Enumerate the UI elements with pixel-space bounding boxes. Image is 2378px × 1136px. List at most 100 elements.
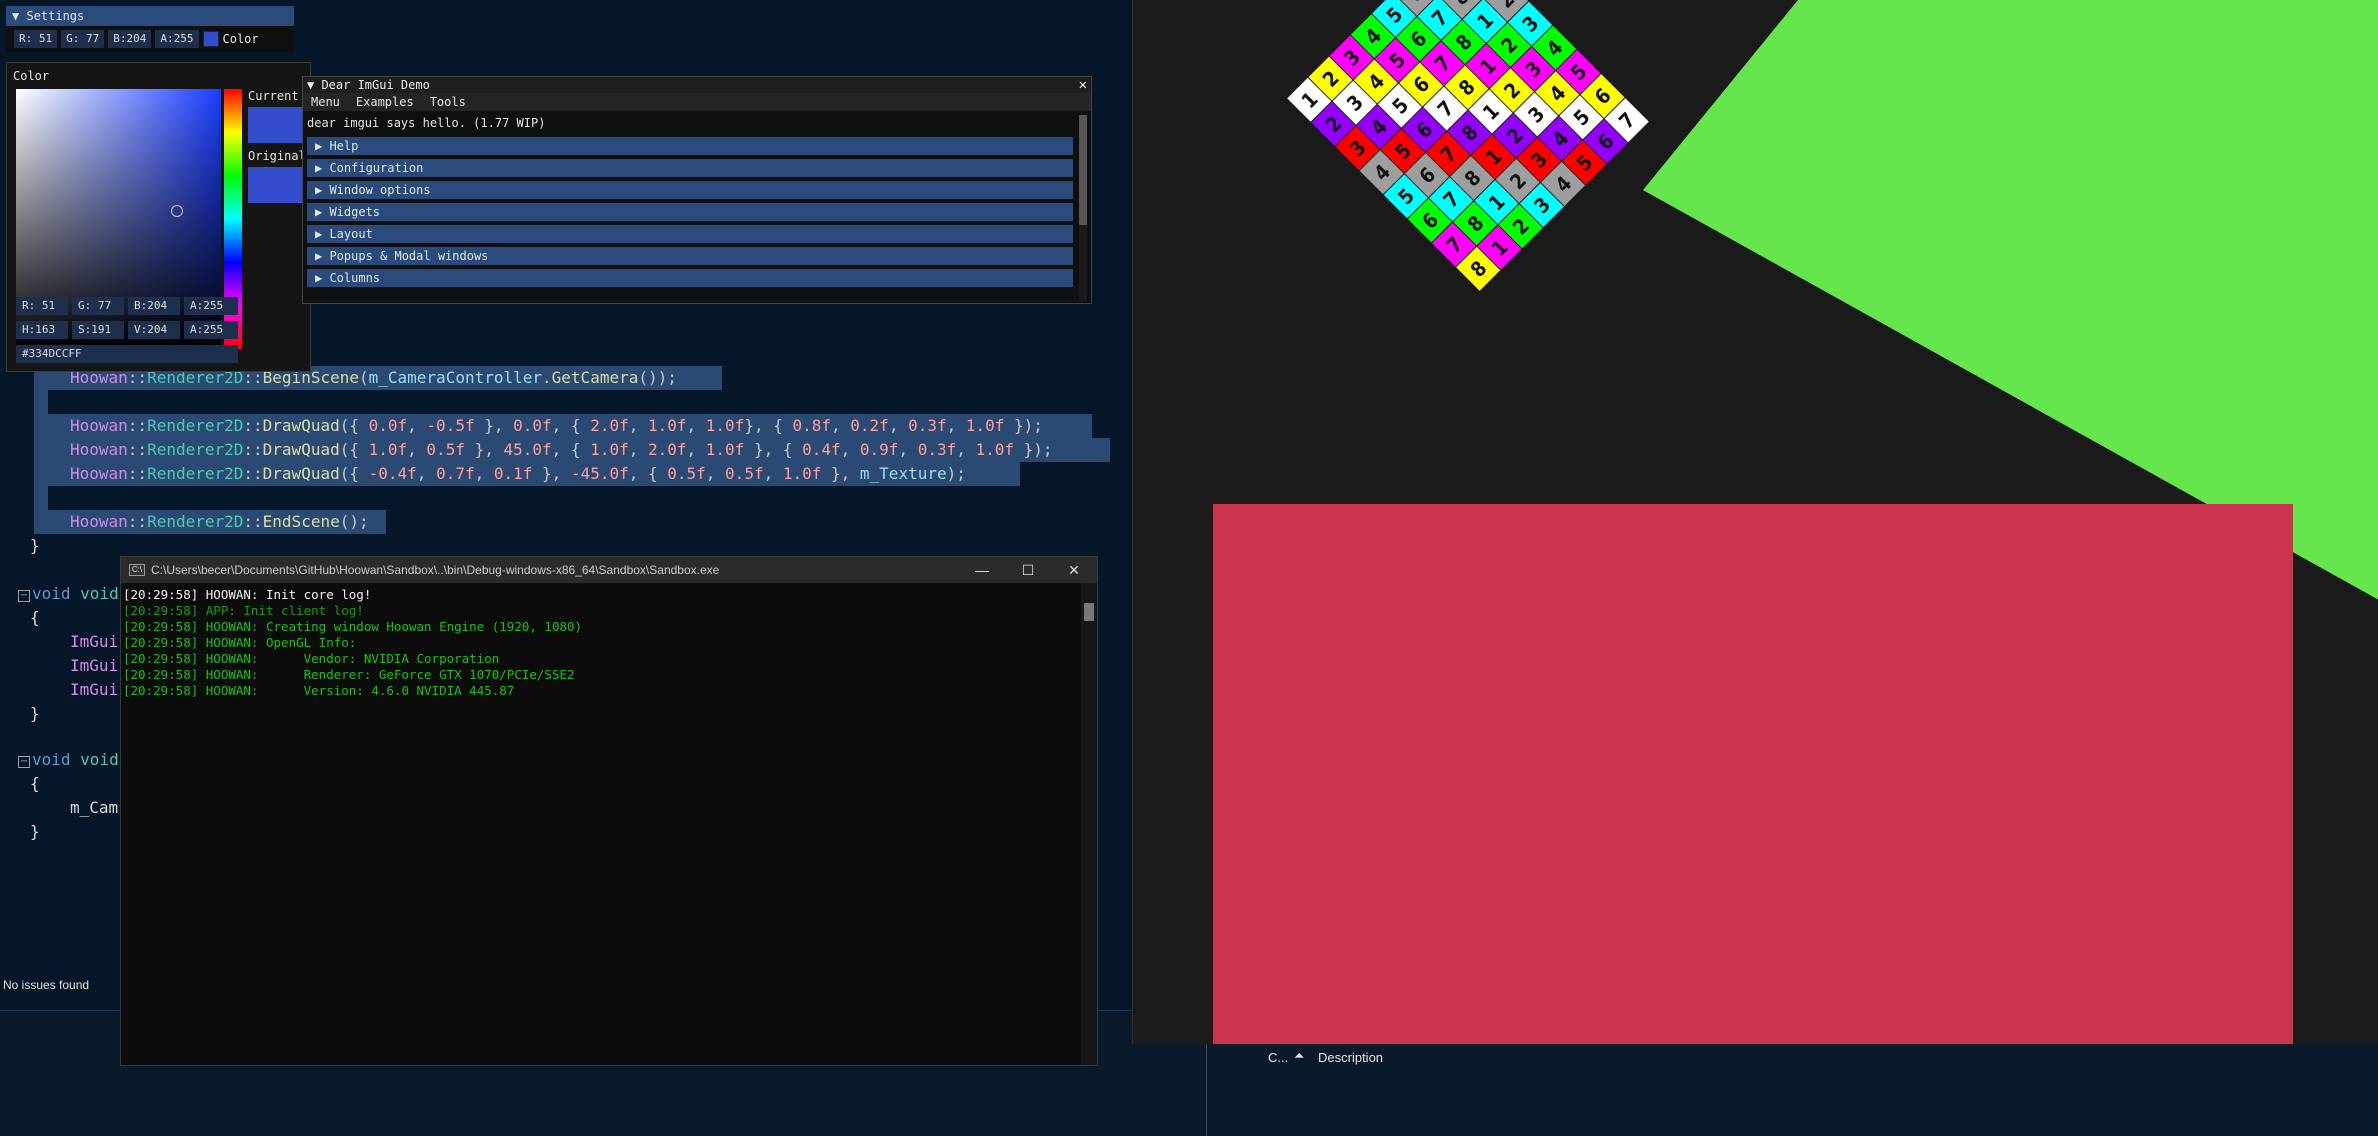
code-token: 0.5f — [426, 440, 465, 459]
collapsing-header[interactable]: ▶ Help — [307, 137, 1073, 155]
picker-hex-field[interactable]: #334DCCFF — [16, 345, 238, 363]
code-token: }, — [464, 440, 504, 459]
collapsing-header[interactable]: ▶ Configuration — [307, 159, 1073, 177]
alpha-field[interactable]: A:255 — [155, 30, 199, 48]
close-icon[interactable]: ✕ — [1079, 77, 1087, 93]
red-quad — [1213, 504, 2293, 1044]
selection-highlight — [34, 390, 48, 414]
code-token: Renderer2D — [147, 416, 244, 435]
picker-alpha-field[interactable]: A:255 — [184, 297, 238, 315]
code-line[interactable]: ImGui — [70, 678, 118, 702]
collapsing-header[interactable]: ▶ Widgets — [307, 203, 1073, 221]
code-token: 1.0f — [368, 440, 408, 459]
code-token: }); — [1004, 416, 1043, 435]
code-token: 0.0f — [368, 416, 408, 435]
picker-hue-field[interactable]: H:163 — [16, 321, 68, 339]
code-token: , — [628, 416, 648, 435]
code-token: ({ — [339, 464, 369, 483]
code-token: , { — [628, 464, 668, 483]
sv-cursor[interactable] — [171, 205, 183, 217]
green-field[interactable]: G: 77 — [61, 30, 105, 48]
current-color-swatch — [248, 107, 304, 143]
collapsing-header[interactable]: ▶ Layout — [307, 225, 1073, 243]
color-edit-row[interactable]: R: 51 G: 77 B:204 A:255 Color — [6, 26, 294, 52]
menu-item-examples[interactable]: Examples — [356, 93, 414, 111]
fold-toggle-icon[interactable]: − — [18, 756, 30, 768]
fold-toggle-icon[interactable]: − — [18, 590, 30, 602]
log-line: [20:29:58] HOOWAN: OpenGL Info: — [123, 635, 357, 650]
log-line: [20:29:58] HOOWAN: Init core log! — [123, 587, 372, 602]
code-token: -0.4f — [368, 464, 417, 483]
code-line[interactable]: Hoowan::Renderer2D::DrawQuad({ 1.0f, 0.5… — [70, 438, 1053, 462]
minimize-icon[interactable]: — — [959, 557, 1005, 583]
expand-arrow-icon: ▶ — [315, 271, 330, 285]
sort-up-icon[interactable]: ⏶ — [1294, 1048, 1304, 1064]
code-token: 0.9f — [859, 440, 899, 459]
code-token: 1.0f — [965, 416, 1005, 435]
console-scroll-thumb[interactable] — [1084, 603, 1094, 621]
code-token: , — [946, 416, 966, 435]
code-line[interactable]: Hoowan::Renderer2D::DrawQuad({ -0.4f, 0.… — [70, 462, 966, 486]
console-title-bar[interactable]: C:\ C:\Users\becer\Documents\GitHub\Hoow… — [121, 557, 1097, 583]
close-icon[interactable]: ✕ — [1051, 557, 1097, 583]
code-token: Hoowan — [70, 416, 128, 435]
code-token: 1.0f — [590, 440, 629, 459]
expand-arrow-icon: ▶ — [315, 205, 330, 219]
picker-blue-field[interactable]: B:204 — [128, 297, 180, 315]
code-token: , — [407, 416, 427, 435]
original-color-swatch[interactable] — [248, 167, 304, 203]
demo-scroll-thumb[interactable] — [1079, 115, 1087, 225]
code-token: Renderer2D — [147, 440, 244, 459]
settings-title-bar[interactable]: ▼ Settings — [6, 6, 294, 26]
console-scrollbar[interactable] — [1081, 583, 1097, 1065]
demo-headers[interactable]: ▶ Help ▶ Configuration ▶ Window options ▶ W… — [303, 137, 1091, 287]
code-token: , — [705, 464, 726, 483]
console-window[interactable]: C:\ C:\Users\becer\Documents\GitHub\Hoow… — [120, 556, 1098, 1066]
demo-menu-bar[interactable]: Menu Examples Tools — [303, 93, 1091, 111]
code-token: DrawQuad — [262, 440, 340, 459]
blue-field[interactable]: B:204 — [108, 30, 152, 48]
code-token: , — [956, 440, 976, 459]
code-line[interactable]: ImGui — [70, 654, 118, 678]
code-line[interactable]: m_Cam — [70, 796, 118, 820]
header-label: Layout — [329, 227, 373, 241]
header-label: Popups & Modal windows — [329, 249, 489, 263]
menu-item-menu[interactable]: Menu — [311, 93, 340, 111]
maximize-icon[interactable]: ☐ — [1005, 557, 1051, 583]
code-token: :: — [243, 464, 263, 483]
code-token: (); — [339, 512, 369, 531]
code-token: m_Texture — [859, 464, 947, 483]
demo-title-bar[interactable]: ▼ Dear ImGui Demo ✕ — [303, 77, 1091, 93]
demo-scrollbar[interactable] — [1079, 115, 1087, 301]
red-field[interactable]: R: 51 — [14, 30, 58, 48]
imgui-demo-window[interactable]: ▼ Dear ImGui Demo ✕ Menu Examples Tools dea… — [302, 76, 1092, 304]
collapsing-header[interactable]: ▶ Columns — [307, 269, 1073, 287]
code-line[interactable]: ImGui — [70, 630, 118, 654]
code-token: , — [686, 440, 706, 459]
code-token: }, { — [744, 416, 793, 435]
code-token: , — [407, 440, 427, 459]
code-token: 1.0f — [975, 440, 1015, 459]
picker-green-field[interactable]: G: 77 — [72, 297, 124, 315]
picker-red-field[interactable]: R: 51 — [16, 297, 68, 315]
code-token: 0.7f — [436, 464, 475, 483]
code-line[interactable]: Hoowan::Renderer2D::DrawQuad({ 0.0f, -0.… — [70, 414, 1043, 438]
column-description-header[interactable]: Description — [1318, 1050, 1383, 1065]
code-line[interactable]: Hoowan::Renderer2D::EndScene(); — [70, 510, 369, 534]
code-token: , — [840, 440, 860, 459]
code-token: }); — [1014, 440, 1053, 459]
menu-item-tools[interactable]: Tools — [430, 93, 466, 111]
settings-window[interactable]: ▼ Settings R: 51 G: 77 B:204 A:255 Color… — [6, 6, 311, 372]
picker-alpha2-field[interactable]: A:255 — [184, 321, 238, 339]
collapsing-header[interactable]: ▶ Window options — [307, 181, 1073, 199]
error-list-header: C... ⏶ Description — [1208, 1044, 2378, 1074]
column-code-header[interactable]: C... — [1268, 1050, 1288, 1065]
code-token: 1.0f — [705, 416, 745, 435]
picker-value-field[interactable]: V:204 — [128, 321, 180, 339]
game-viewport[interactable]: 1234567823456781345678124567812356781234… — [1132, 0, 2378, 1044]
color-picker-popup[interactable]: Color Current Original R: 51 G: 77 B:204… — [6, 62, 311, 372]
picker-saturation-field[interactable]: S:191 — [72, 321, 124, 339]
color-swatch[interactable] — [202, 31, 219, 47]
code-token: , — [898, 440, 918, 459]
collapsing-header[interactable]: ▶ Popups & Modal windows — [307, 247, 1073, 265]
